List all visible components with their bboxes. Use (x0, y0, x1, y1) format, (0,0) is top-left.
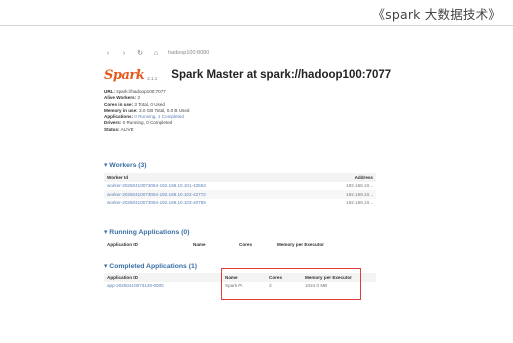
page-title: Spark Master at spark://hadoop100:7077 (171, 69, 392, 81)
workers-table: Worker Id Address worker-20250410073054-… (104, 173, 376, 207)
caption-divider (0, 25, 513, 26)
spark-logo: Spark 2.1.1 (104, 67, 158, 83)
worker-link[interactable]: worker-20250410073054-192.168.10.101-425… (104, 182, 311, 191)
info-row: Status: ALIVE (104, 126, 134, 132)
url-bar[interactable]: hadoop100:8080 (168, 50, 209, 56)
back-icon[interactable]: ‹ (104, 50, 112, 57)
browser-nav: ‹ › ↻ ⌂ hadoop100:8080 (104, 47, 209, 59)
col-address[interactable]: Address (311, 173, 376, 182)
table-header-row: Application ID Name Cores Memory per Exe… (107, 241, 324, 247)
home-icon[interactable]: ⌂ (152, 50, 160, 57)
table-header-row: Worker Id Address (104, 173, 376, 182)
running-apps-heading[interactable]: ▾ Running Applications (0) (104, 228, 189, 236)
completed-apps-heading[interactable]: ▾ Completed Applications (1) (104, 262, 197, 270)
worker-link[interactable]: worker-20250410073054-192.168.10.103-407… (104, 199, 311, 208)
cluster-info: URL: spark://hadoop100:7077 Alive Worker… (104, 89, 189, 133)
workers-heading[interactable]: ▾ Workers (3) (104, 161, 147, 169)
table-row: worker-20250410073054-192.168.10.101-425… (104, 182, 376, 191)
col-worker-id[interactable]: Worker Id (104, 173, 311, 182)
forward-icon[interactable]: › (120, 50, 128, 57)
table-row: worker-20250410073054-192.168.10.102-427… (104, 190, 376, 199)
worker-link[interactable]: worker-20250410073054-192.168.10.102-427… (104, 190, 311, 199)
app-link[interactable]: app-20250410073128-0000 (104, 282, 222, 291)
highlight-box (221, 268, 361, 300)
page-header: Spark 2.1.1 Spark Master at spark://hado… (104, 66, 391, 84)
applications-link[interactable]: 0 Running, 1 Completed (134, 114, 184, 119)
version-label: 2.1.1 (147, 75, 158, 81)
reload-icon[interactable]: ↻ (136, 49, 144, 57)
book-caption: 《spark 大数据技术》 (372, 7, 501, 22)
table-row: worker-20250410073054-192.168.10.103-407… (104, 199, 376, 208)
running-apps-table: Application ID Name Cores Memory per Exe… (104, 240, 376, 249)
